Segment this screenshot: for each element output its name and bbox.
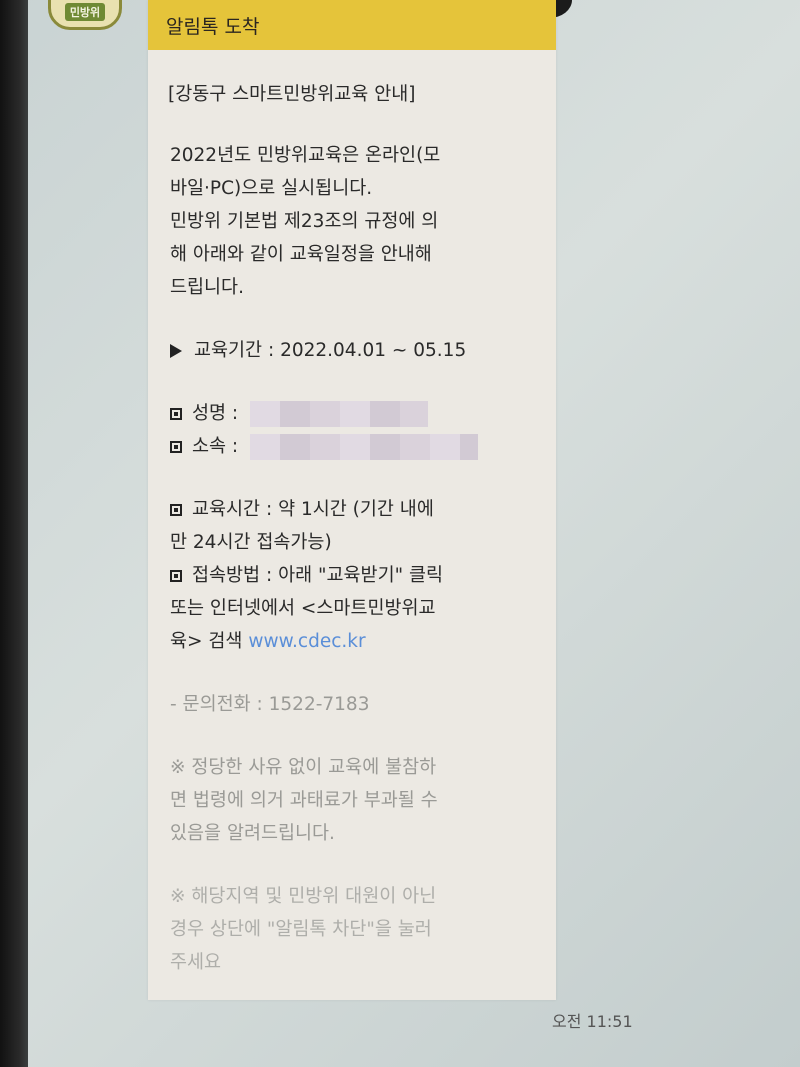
name-row: 성명 : — [170, 397, 538, 430]
notice-line: 주세요 — [170, 952, 222, 973]
notice-line: ※ 해당지역 및 민방위 대원이 아닌 — [170, 886, 437, 907]
sender-avatar[interactable]: 민방위 — [48, 0, 122, 30]
notice-line: ※ 정당한 사유 없이 교육에 불참하 — [170, 757, 437, 778]
message-body: [강동구 스마트민방위교육 안내] 2022년도 민방위교육은 온라인(모 바일… — [148, 50, 556, 979]
square-bullet-icon — [170, 407, 182, 420]
intro-line: 드립니다. — [170, 277, 244, 298]
affiliation-label: 소속 : — [192, 436, 239, 457]
avatar-label: 민방위 — [64, 3, 106, 21]
message-title: [강동구 스마트민방위교육 안내] — [168, 84, 416, 105]
bubble-header: 알림톡 도착 — [148, 0, 556, 50]
intro-line: 민방위 기본법 제23조의 규정에 의 — [170, 211, 439, 232]
inquiry-text: - 문의전화 : 1522-7183 — [170, 694, 370, 715]
intro-line: 2022년도 민방위교육은 온라인(모 — [170, 145, 441, 166]
redacted-name — [250, 400, 429, 427]
message-bubble: 알림톡 도착 [강동구 스마트민방위교육 안내] 2022년도 민방위교육은 온… — [148, 0, 556, 1000]
square-bullet-icon — [170, 503, 182, 516]
access-line: 육> 검색 — [170, 631, 249, 652]
duration-line: 교육시간 : 약 1시간 (기간 내에 — [192, 499, 434, 520]
period-text: 교육기간 : 2022.04.01 ~ 05.15 — [194, 340, 467, 361]
notice-line: 경우 상단에 "알림톡 차단"을 눌러 — [170, 919, 432, 940]
access-line-with-link: 육> 검색 www.cdec.kr — [170, 625, 538, 658]
square-bullet-icon — [170, 440, 182, 453]
triangle-bullet-icon — [170, 343, 182, 358]
duration-line: 만 24시간 접속가능) — [170, 532, 332, 553]
access-line: 접속방법 : 아래 "교육받기" 클릭 — [192, 565, 444, 586]
square-bullet-icon — [170, 569, 182, 582]
intro-line: 해 아래와 같이 교육일정을 안내해 — [170, 244, 432, 265]
redacted-affiliation — [250, 433, 479, 460]
message-time: 오전 11:51 — [552, 1012, 633, 1031]
access-row: 접속방법 : 아래 "교육받기" 클릭 — [170, 559, 538, 592]
duration-row: 교육시간 : 약 1시간 (기간 내에 — [170, 493, 538, 526]
notice-line: 있음을 알려드립니다. — [170, 823, 335, 844]
period-row: 교육기간 : 2022.04.01 ~ 05.15 — [170, 334, 538, 367]
header-label: 알림톡 도착 — [166, 15, 260, 38]
monitor-bezel — [0, 0, 28, 1067]
cdec-link[interactable]: www.cdec.kr — [248, 631, 365, 652]
name-label: 성명 : — [192, 403, 239, 424]
intro-line: 바일·PC)으로 실시됩니다. — [170, 178, 373, 199]
access-line: 또는 인터넷에서 <스마트민방위교 — [170, 598, 436, 619]
affiliation-row: 소속 : — [170, 430, 538, 463]
notice-line: 면 법령에 의거 과태료가 부과될 수 — [170, 790, 438, 811]
